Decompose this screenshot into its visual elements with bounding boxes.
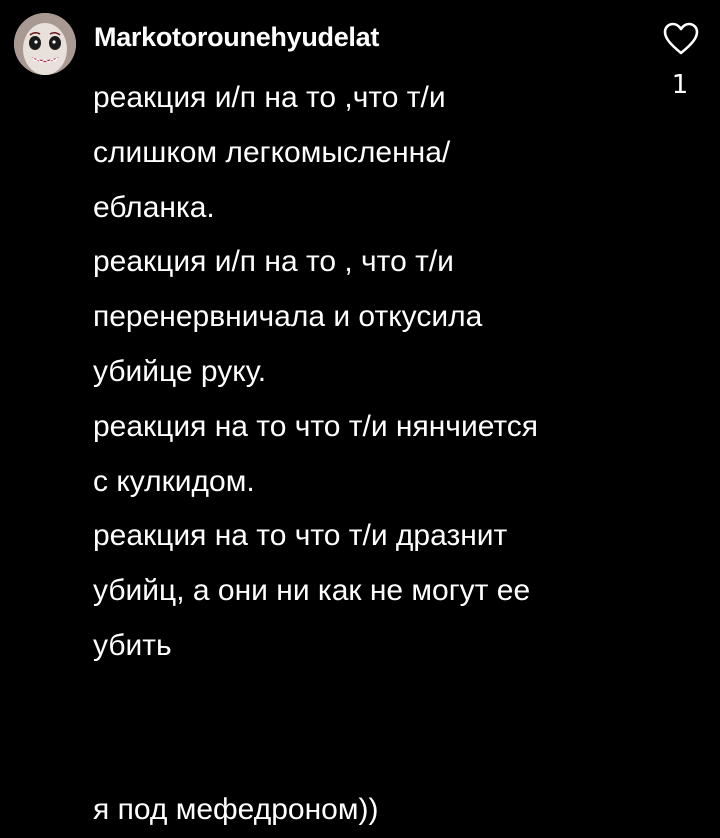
comment-line: убийц, а они ни как не могут ее bbox=[93, 574, 531, 608]
comment-text: реакция и/п на то ,что т/и слишком легко… bbox=[93, 71, 633, 838]
comment: Markotorounehyudelat реакция и/п на то ,… bbox=[0, 0, 720, 836]
like-button[interactable] bbox=[662, 21, 700, 57]
comment-line: слишком легкомысленна/ bbox=[93, 135, 451, 169]
comment-line: реакция на то что т/и нянчиется bbox=[93, 409, 539, 443]
comment-line: реакция и/п на то ,что т/и bbox=[93, 81, 446, 114]
comment-line: я под мефедроном)) bbox=[93, 793, 379, 827]
comment-spacer bbox=[93, 674, 633, 784]
username[interactable]: Markotorounehyudelat bbox=[94, 22, 379, 53]
comment-line: с кулкидом. bbox=[93, 464, 255, 498]
comment-line: ебланка. bbox=[93, 190, 215, 224]
avatar[interactable] bbox=[14, 13, 76, 75]
comment-line: перенервничала и откусила bbox=[93, 300, 483, 334]
comment-line: убить bbox=[93, 628, 172, 662]
like-count: 1 bbox=[671, 70, 689, 100]
avatar-image bbox=[14, 13, 76, 75]
heart-outline-icon bbox=[663, 22, 699, 55]
comment-line: реакция на то что т/и дразнит bbox=[93, 519, 508, 553]
comment-line: реакция и/п на то , что т/и bbox=[93, 245, 454, 279]
comment-line: убийце руку. bbox=[93, 354, 267, 388]
